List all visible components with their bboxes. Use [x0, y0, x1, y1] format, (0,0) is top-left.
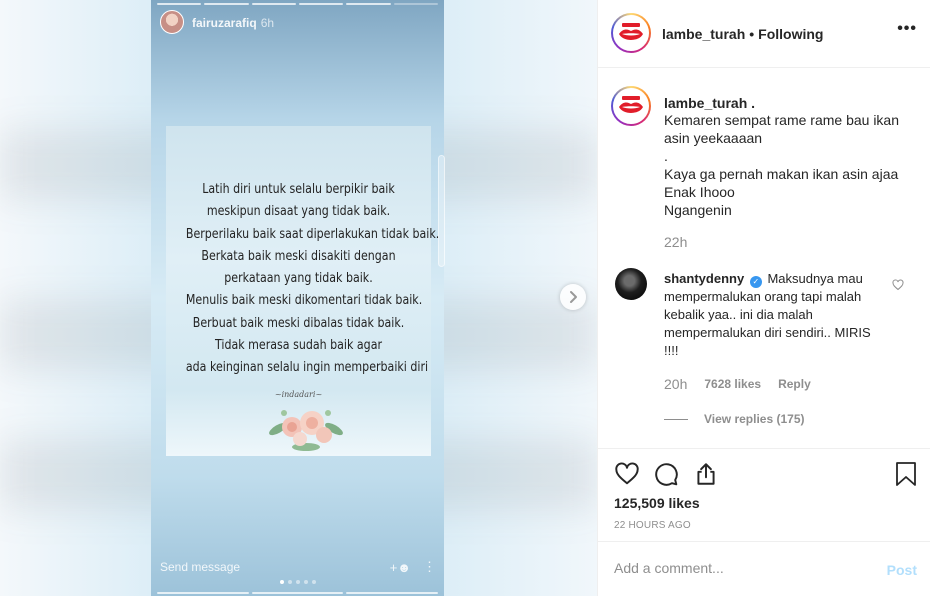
story-icons: +☻ ⋮	[390, 559, 436, 575]
story-page-dots	[151, 580, 444, 584]
story-progress-bars	[157, 3, 438, 5]
lips-logo-icon	[619, 23, 643, 40]
quote-line: meskipun disaat yang tidak baik.	[206, 204, 391, 220]
bottom-bar-segment	[157, 592, 249, 594]
author-username-link[interactable]: lambe_turah	[662, 26, 745, 42]
quote-line: perkataan yang tidak baik.	[224, 271, 373, 287]
add-friend-icon: +☻	[389, 559, 411, 575]
page-dot	[311, 580, 316, 584]
replies-divider	[664, 418, 688, 420]
quote-line: Menulis baik meski dikomentari tidak bai…	[185, 293, 423, 309]
caption-line: Kemaren sempat rame rame bau ikan asin y…	[664, 112, 899, 146]
flower-illustration	[269, 410, 343, 451]
share-icon[interactable]	[693, 461, 719, 487]
comment-like-icon[interactable]	[892, 279, 904, 291]
comment-likes[interactable]: 7628 likes	[704, 377, 761, 391]
author-avatar[interactable]	[611, 13, 651, 53]
comment-body: shantydenny ✓ Maksudnya mau mempermaluka…	[664, 270, 879, 360]
story-progress-segment	[204, 3, 249, 5]
quote-card: Latih diri untuk selalu berpikir baik me…	[166, 126, 440, 456]
story-time: 6h	[260, 16, 275, 30]
caption-avatar[interactable]	[611, 86, 651, 126]
story-send-message: Send message	[160, 560, 241, 574]
bottom-bar-segment	[251, 592, 344, 594]
story-progress-segment	[298, 3, 344, 5]
chevron-right-icon	[570, 291, 577, 303]
verified-badge-icon: ✓	[749, 276, 762, 288]
quote-line: Berperilaku baik saat diperlakukan tidak…	[185, 226, 440, 242]
story-progress-segment	[393, 3, 438, 5]
quote-line: ada keinginan selalu ingin memperbaiki d…	[185, 360, 429, 376]
next-image-button[interactable]	[560, 284, 586, 310]
caption-text: Kemaren sempat rame rame bau ikan asin y…	[664, 111, 914, 219]
post-timestamp[interactable]: 22 HOURS AGO	[614, 520, 691, 531]
caption-line: Ngangenin	[664, 202, 732, 218]
caption-timestamp[interactable]: 22h	[664, 234, 687, 250]
comment-icon[interactable]	[653, 461, 679, 487]
more-vertical-icon: ⋮	[423, 559, 436, 574]
bookmark-icon[interactable]	[894, 461, 918, 487]
commenter-username[interactable]: shantydenny	[664, 271, 744, 286]
story-avatar	[160, 10, 184, 34]
caption-line: .	[664, 148, 668, 164]
post-actions: 125,509 likes 22 HOURS AGO	[598, 448, 930, 542]
story-username: fairuzarafiq 6h	[192, 16, 274, 30]
story-progress-segment	[346, 3, 391, 5]
comment-meta: 20h 7628 likes Reply	[664, 376, 811, 392]
separator-dot: •	[749, 26, 755, 42]
reply-button[interactable]: Reply	[778, 377, 811, 391]
post-media: fairuzarafiq 6h Latih diri untuk selalu b…	[0, 0, 597, 596]
story-screenshot: fairuzarafiq 6h Latih diri untuk selalu b…	[151, 0, 444, 596]
comment-timestamp[interactable]: 20h	[664, 376, 687, 392]
page-dot	[287, 580, 292, 584]
caption-line: Enak Ihooo	[664, 184, 735, 200]
following-button[interactable]: Following	[758, 26, 823, 42]
comments-list[interactable]: lambe_turah . Kemaren sempat rame rame b…	[598, 69, 930, 449]
page-dot	[295, 580, 300, 584]
story-username-text: fairuzarafiq	[192, 16, 257, 30]
view-replies-button[interactable]: View replies (175)	[664, 412, 805, 426]
quote-line: Berkata baik meski disakiti dengan	[201, 248, 396, 264]
quote-line: Tidak merasa sudah baik agar	[214, 338, 383, 354]
commenter-avatar[interactable]	[615, 268, 647, 300]
quote-line: Berbuat baik meski dibalas tidak baik.	[192, 315, 405, 331]
page-dot	[303, 580, 308, 584]
story-bottom-bars	[157, 592, 439, 594]
view-replies-label: View replies (175)	[704, 412, 805, 426]
story-progress-segment	[157, 3, 202, 5]
comment-input[interactable]	[614, 560, 864, 576]
add-comment-bar: Post	[598, 542, 930, 596]
caption-username[interactable]: lambe_turah .	[664, 95, 755, 111]
story-progress-segment	[251, 3, 296, 5]
post-comment-button[interactable]: Post	[887, 562, 917, 578]
quote-line: Latih diri untuk selalu berpikir baik	[202, 182, 395, 197]
post-header: lambe_turah • Following •••	[598, 0, 930, 68]
likes-count[interactable]: 125,509 likes	[614, 495, 700, 511]
post-side-panel: lambe_turah • Following ••• lambe_turah . …	[597, 0, 930, 596]
heart-icon[interactable]	[614, 461, 640, 487]
more-options-button[interactable]: •••	[897, 20, 917, 38]
caption-line: Kaya ga pernah makan ikan asin ajaa	[664, 166, 899, 182]
lips-logo-icon	[619, 96, 643, 113]
quote-signature: ~indadari~	[274, 390, 323, 399]
quote-text: Latih diri untuk selalu berpikir baik me…	[185, 179, 440, 380]
bottom-bar-segment	[346, 592, 439, 594]
media-scroll-handle[interactable]	[438, 155, 445, 267]
page-dot	[279, 580, 284, 584]
header-username: lambe_turah • Following	[662, 26, 823, 42]
